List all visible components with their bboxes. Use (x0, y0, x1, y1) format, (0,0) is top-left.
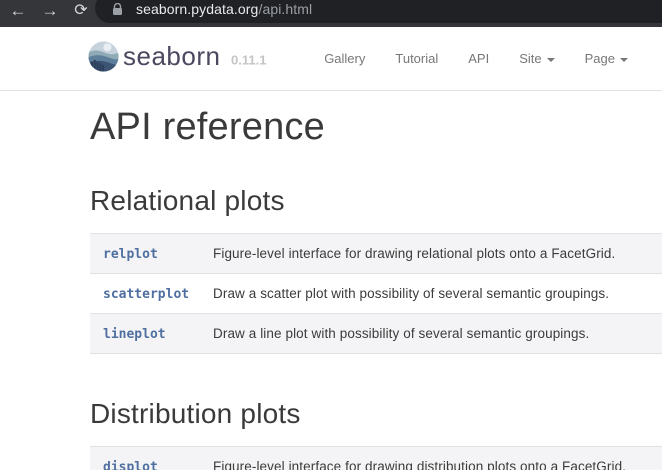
version-label: 0.11.1 (231, 53, 266, 68)
browser-toolbar: ← → ⟳ seaborn.pydata.org/api.html (0, 0, 662, 27)
link-scatterplot[interactable]: scatterplot (103, 287, 189, 302)
relational-plots-table: relplot Figure-level interface for drawi… (90, 233, 662, 354)
section-heading-distribution-plots: Distribution plots (90, 398, 662, 430)
address-bar[interactable]: seaborn.pydata.org/api.html (95, 0, 662, 23)
seaborn-logo-icon (88, 41, 119, 72)
forward-icon[interactable]: → (38, 0, 62, 23)
nav-api[interactable]: API (468, 51, 489, 66)
row-description: Figure-level interface for drawing distr… (213, 447, 662, 470)
link-relplot[interactable]: relplot (103, 247, 158, 262)
nav-tutorial[interactable]: Tutorial (395, 51, 438, 66)
lock-icon (112, 3, 123, 16)
table-row: scatterplot Draw a scatter plot with pos… (90, 274, 662, 314)
row-description: Draw a scatter plot with possibility of … (213, 274, 662, 314)
chevron-down-icon (620, 58, 628, 62)
table-row: displot Figure-level interface for drawi… (90, 447, 662, 470)
main-nav: Gallery Tutorial API Site Page (324, 27, 628, 90)
page-content: API reference Relational plots relplot F… (0, 106, 662, 470)
table-row: relplot Figure-level interface for drawi… (90, 234, 662, 274)
nav-gallery[interactable]: Gallery (324, 51, 365, 66)
reload-icon[interactable]: ⟳ (69, 0, 93, 23)
row-description: Figure-level interface for drawing relat… (213, 234, 662, 274)
link-displot[interactable]: displot (103, 460, 158, 470)
url-host: seaborn.pydata.org (136, 1, 258, 17)
brand-logo-link[interactable]: seaborn (88, 41, 220, 72)
back-icon[interactable]: ← (6, 0, 30, 23)
page-title: API reference (90, 106, 662, 149)
url-text: seaborn.pydata.org/api.html (136, 1, 312, 17)
chevron-down-icon (547, 58, 555, 62)
nav-site-dropdown[interactable]: Site (519, 51, 554, 66)
table-row: lineplot Draw a line plot with possibili… (90, 314, 662, 354)
brand-name: seaborn (123, 41, 220, 72)
nav-page-dropdown[interactable]: Page (585, 51, 628, 66)
url-path: /api.html (258, 1, 312, 17)
distribution-plots-table: displot Figure-level interface for drawi… (90, 446, 662, 470)
link-lineplot[interactable]: lineplot (103, 327, 166, 342)
site-header: seaborn 0.11.1 Gallery Tutorial API Site… (0, 27, 662, 91)
section-heading-relational-plots: Relational plots (90, 185, 662, 217)
row-description: Draw a line plot with possibility of sev… (213, 314, 662, 354)
